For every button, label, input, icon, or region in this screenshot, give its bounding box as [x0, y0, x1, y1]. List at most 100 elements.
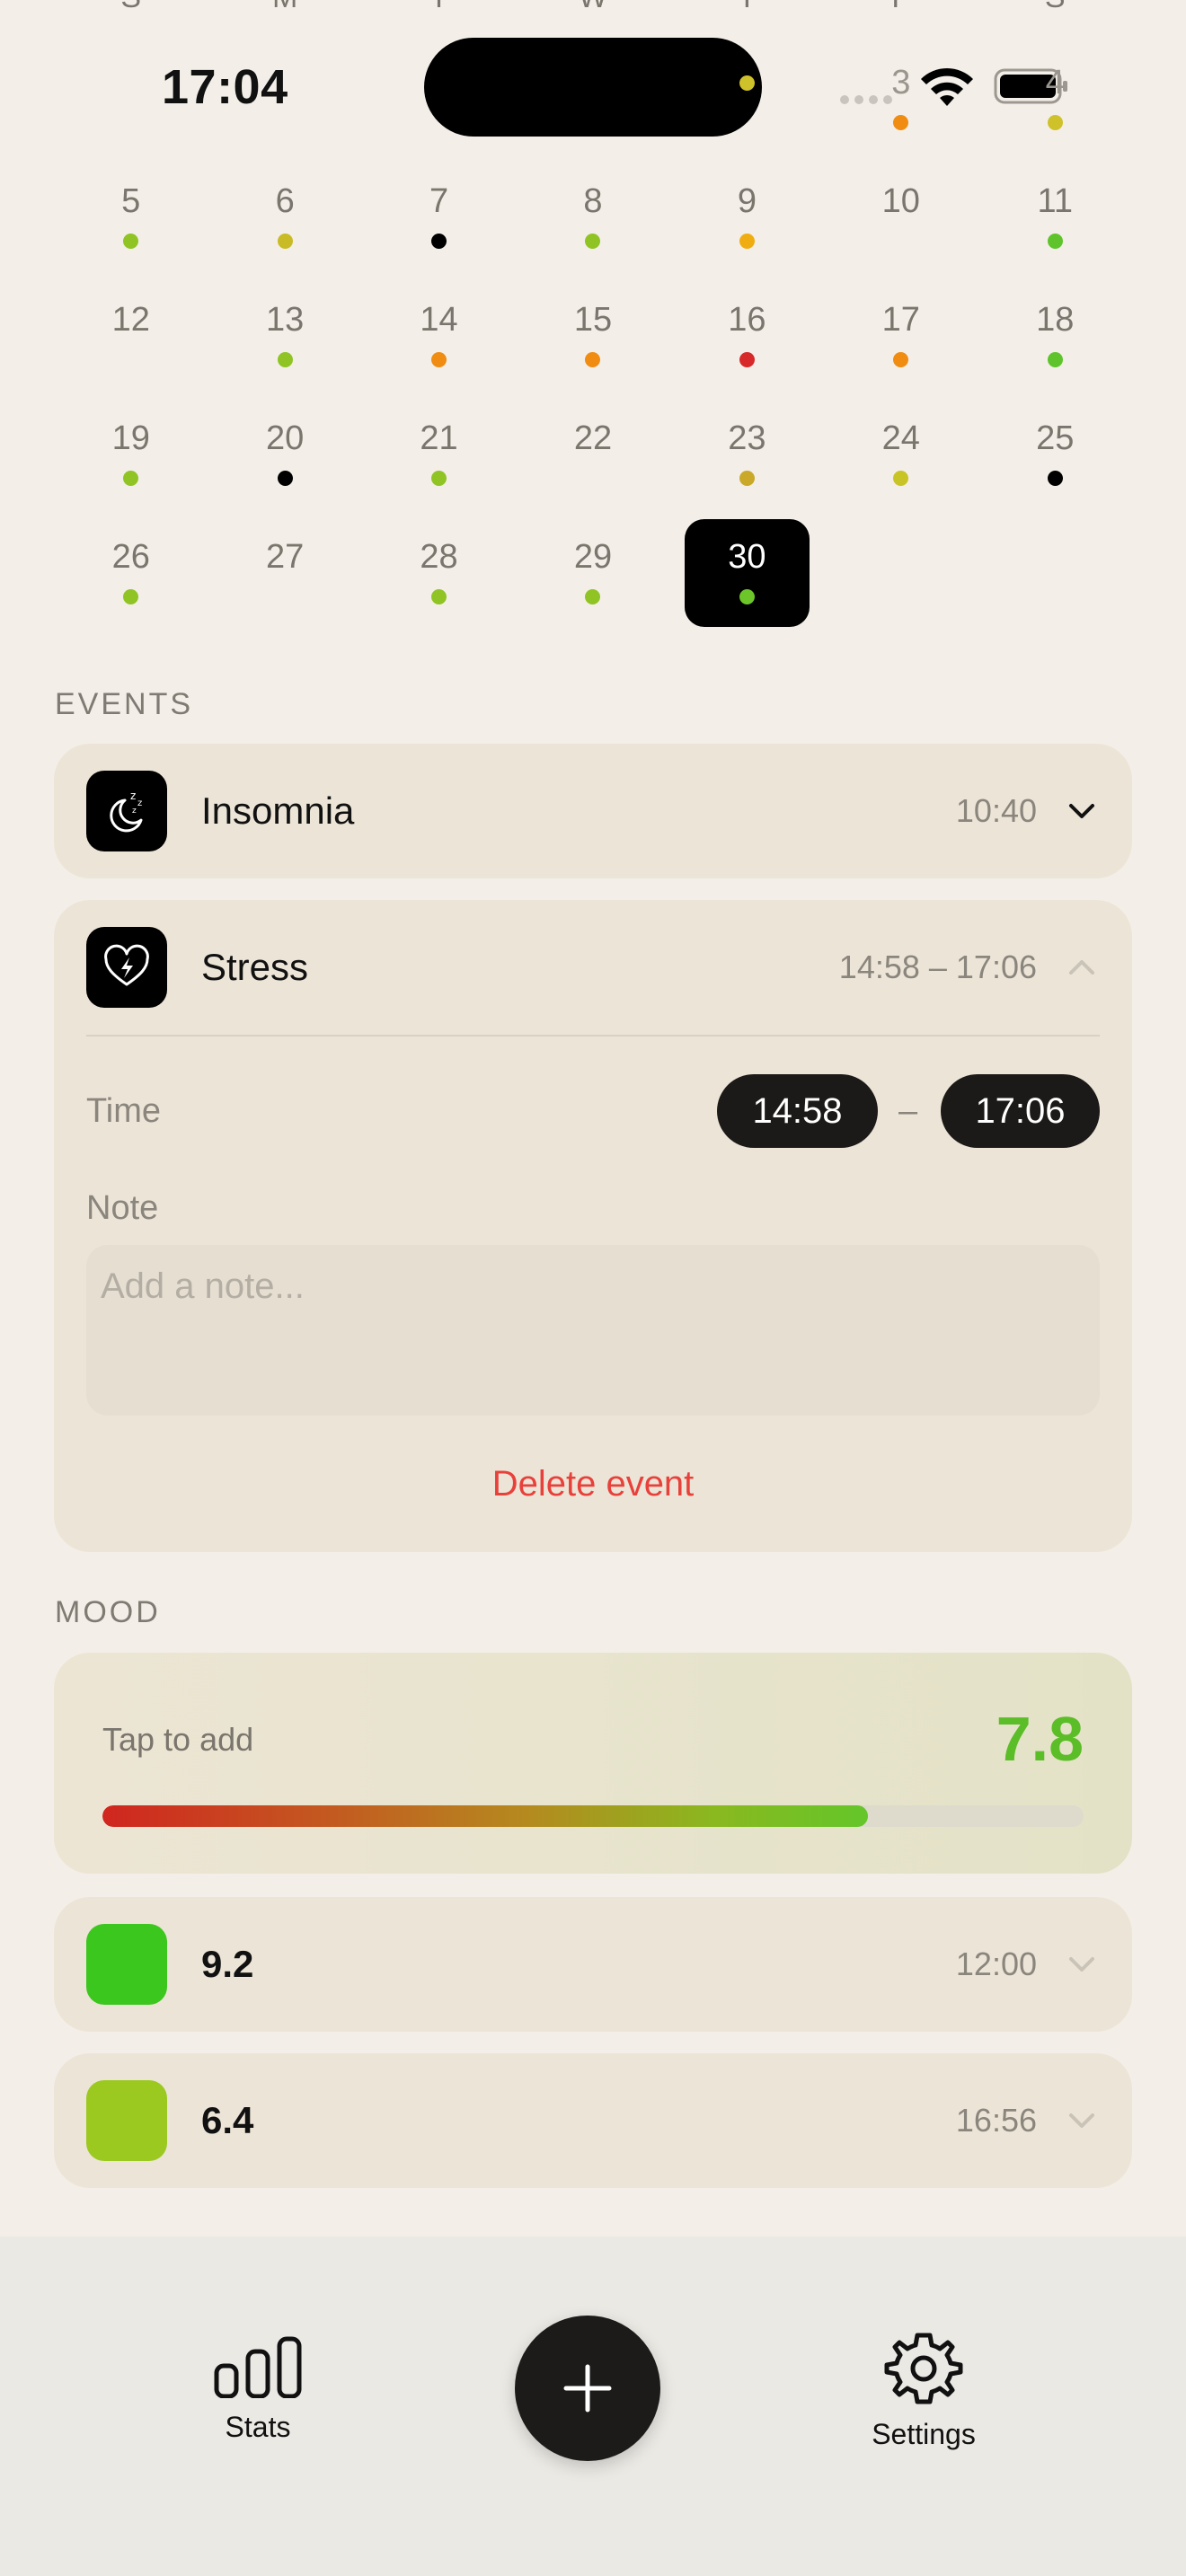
calendar-day-number: 7 [429, 182, 449, 220]
weekday-label: M [208, 0, 361, 15]
mood-dot [1047, 115, 1063, 130]
calendar-day-selected[interactable]: 30 [670, 517, 824, 636]
chevron-down-icon[interactable] [1064, 793, 1100, 829]
events-section-title: EVENTS [55, 687, 194, 721]
mood-dot [585, 352, 601, 367]
calendar-day[interactable]: 20 [208, 399, 361, 517]
calendar-day-number: 29 [573, 538, 613, 576]
calendar-day[interactable]: 7 [362, 162, 516, 280]
mood-dot [739, 75, 755, 91]
delete-event-button[interactable]: Delete event [0, 1464, 1186, 1504]
mood-entry-time: 16:56 [955, 2102, 1037, 2139]
svg-text:z: z [132, 807, 137, 816]
tab-settings[interactable]: Settings [852, 2328, 996, 2451]
mood-dot [739, 352, 755, 367]
event-time: 14:58 – 17:06 [838, 948, 1037, 985]
calendar-day[interactable]: 27 [208, 517, 361, 636]
moon-sleep-icon: z z z [86, 771, 167, 851]
calendar-day-number: 24 [881, 419, 920, 457]
mood-section-title: MOOD [55, 1595, 161, 1629]
end-time-button[interactable]: 17:06 [941, 1074, 1100, 1148]
calendar-day[interactable]: 14 [362, 280, 516, 399]
tap-to-add-label: Tap to add [102, 1721, 254, 1758]
calendar-day[interactable]: 28 [362, 517, 516, 636]
mood-dot [431, 234, 447, 249]
calendar-day[interactable]: 8 [516, 162, 669, 280]
mood-color-swatch [86, 2080, 167, 2161]
calendar-day-number: 22 [573, 419, 613, 457]
bar-chart-icon [214, 2336, 302, 2398]
calendar-day-number: 4 [1045, 64, 1065, 101]
weekday-label: T [362, 0, 516, 15]
calendar-day[interactable]: 19 [54, 399, 208, 517]
calendar-day-number: 23 [728, 419, 766, 457]
mood-entry-row[interactable]: 6.4 16:56 [54, 2053, 1132, 2188]
calendar-day[interactable]: 12 [54, 280, 208, 399]
calendar-day[interactable]: 17 [824, 280, 978, 399]
calendar-day[interactable]: 21 [362, 399, 516, 517]
mood-dot [277, 234, 293, 249]
calendar-day[interactable]: 4 [978, 43, 1132, 162]
calendar-day[interactable]: 16 [670, 280, 824, 399]
calendar-day[interactable]: 3 [824, 43, 978, 162]
tab-stats[interactable]: Stats [194, 2335, 322, 2444]
calendar-day[interactable]: 26 [54, 517, 208, 636]
mood-dot [739, 234, 755, 249]
calendar-day[interactable]: 25 [978, 399, 1132, 517]
calendar-day-number: 19 [111, 419, 150, 457]
event-name: Insomnia [201, 790, 355, 832]
chevron-up-icon[interactable] [1064, 949, 1100, 985]
note-input[interactable]: Add a note... [86, 1245, 1100, 1416]
calendar-day-number: 14 [420, 301, 458, 339]
calendar-day[interactable]: 22 [516, 399, 669, 517]
gear-icon [884, 2333, 963, 2404]
start-time-button[interactable]: 14:58 [717, 1074, 878, 1148]
calendar-day-number: 11 [1037, 182, 1073, 220]
mood-entry-row[interactable]: 9.2 12:00 [54, 1897, 1132, 2032]
mood-dot [123, 471, 139, 486]
calendar-day [824, 517, 978, 636]
mood-dot [893, 471, 909, 486]
calendar-day[interactable]: 5 [54, 162, 208, 280]
mood-dot [1047, 234, 1063, 249]
chevron-down-icon[interactable] [1064, 2103, 1100, 2139]
calendar-day-number: 21 [420, 419, 458, 457]
event-card-stress: Stress 14:58 – 17:06 [54, 900, 1132, 1552]
tab-settings-label: Settings [872, 2418, 976, 2450]
mood-dot [1047, 471, 1063, 486]
calendar-day[interactable]: 6 [208, 162, 361, 280]
mood-dot [277, 471, 293, 486]
calendar-week-row: 26 27 28 29 30 [54, 517, 1132, 636]
mood-dot [585, 234, 601, 249]
calendar-day[interactable]: 24 [824, 399, 978, 517]
calendar-day[interactable]: 10 [824, 162, 978, 280]
chevron-down-icon[interactable] [1064, 1946, 1100, 1982]
add-button[interactable] [515, 2316, 660, 2461]
time-range-dash: – [898, 1092, 918, 1130]
calendar-day [670, 43, 824, 162]
calendar-day-number: 15 [573, 301, 613, 339]
event-row-insomnia[interactable]: z z z Insomnia 10:40 [54, 744, 1132, 878]
calendar-day-number: 13 [265, 301, 305, 339]
mood-summary-card[interactable]: Tap to add 7.8 [54, 1653, 1132, 1874]
event-row-stress[interactable]: Stress 14:58 – 17:06 [86, 927, 1100, 1008]
mood-progress-fill [102, 1805, 868, 1827]
weekday-label: W [516, 0, 669, 15]
calendar-day [208, 43, 361, 162]
weekday-label: S [978, 0, 1132, 15]
calendar-day[interactable]: 18 [978, 280, 1132, 399]
calendar-day [978, 517, 1132, 636]
calendar-day[interactable]: 29 [516, 517, 669, 636]
mood-dot [431, 471, 447, 486]
calendar-day[interactable]: 11 [978, 162, 1132, 280]
event-name: Stress [201, 946, 309, 988]
mood-progress-bar [102, 1805, 1084, 1827]
calendar-day[interactable]: 13 [208, 280, 361, 399]
svg-text:z: z [137, 798, 142, 808]
calendar-day[interactable]: 9 [670, 162, 824, 280]
weekday-label: T [670, 0, 824, 15]
calendar-day[interactable]: 23 [670, 399, 824, 517]
calendar-day[interactable]: 15 [516, 280, 669, 399]
calendar-day-number: 16 [728, 301, 766, 339]
event-time: 10:40 [955, 792, 1037, 829]
